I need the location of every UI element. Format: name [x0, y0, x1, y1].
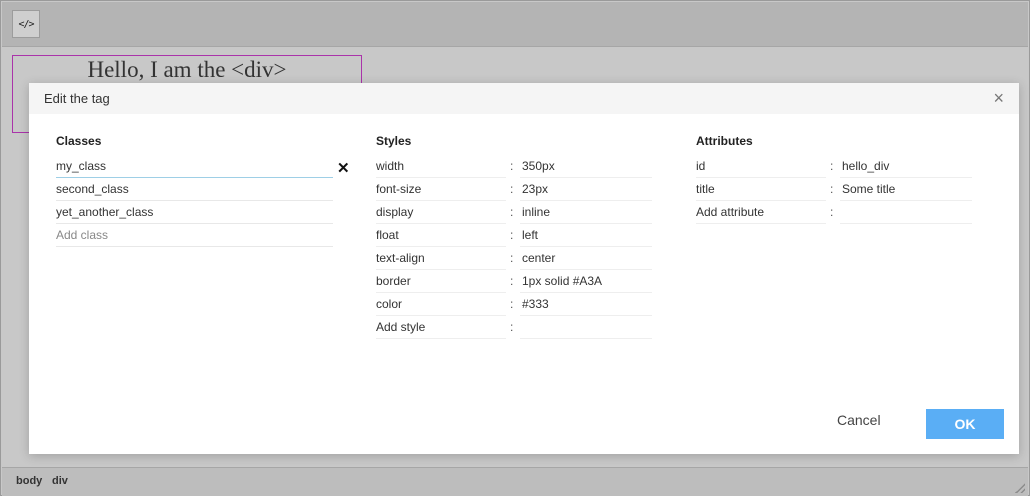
remove-class-icon[interactable]: ✕ — [337, 159, 350, 177]
attribute-key[interactable]: id — [696, 156, 826, 178]
path-item-body[interactable]: body — [16, 475, 42, 487]
dialog-header: Edit the tag × — [29, 83, 1019, 114]
attribute-separator: : — [830, 159, 834, 173]
source-code-button[interactable]: </> — [12, 10, 40, 38]
attribute-key[interactable]: title — [696, 179, 826, 201]
edit-tag-dialog: Edit the tag × Classes my_class ✕ second… — [29, 83, 1019, 454]
dialog-title: Edit the tag — [44, 91, 110, 106]
path-item-div[interactable]: div — [52, 475, 68, 487]
attributes-header: Attributes — [696, 134, 753, 148]
style-separator: : — [510, 320, 514, 334]
style-separator: : — [510, 297, 514, 311]
add-attribute-key-input[interactable]: Add attribute — [696, 202, 826, 224]
class-item[interactable]: second_class — [56, 179, 333, 201]
style-value[interactable]: 1px solid #A3A — [520, 271, 652, 293]
status-bar: body div — [2, 467, 1028, 496]
style-value[interactable]: center — [520, 248, 652, 270]
cancel-button[interactable]: Cancel — [837, 412, 881, 428]
style-key[interactable]: width — [376, 156, 506, 178]
style-value[interactable]: 350px — [520, 156, 652, 178]
attribute-separator: : — [830, 205, 834, 219]
style-key[interactable]: text-align — [376, 248, 506, 270]
code-icon: </> — [18, 18, 34, 30]
add-class-input[interactable]: Add class — [56, 225, 333, 247]
style-key[interactable]: display — [376, 202, 506, 224]
toolbar: </> — [2, 2, 1028, 47]
style-separator: : — [510, 182, 514, 196]
styles-header: Styles — [376, 134, 412, 148]
add-style-key-input[interactable]: Add style — [376, 317, 506, 339]
close-icon[interactable]: × — [993, 88, 1004, 108]
style-key[interactable]: font-size — [376, 179, 506, 201]
attribute-value[interactable]: Some title — [840, 179, 972, 201]
style-value[interactable]: 23px — [520, 179, 652, 201]
style-separator: : — [510, 205, 514, 219]
class-item[interactable]: my_class — [56, 156, 333, 178]
style-key[interactable]: color — [376, 294, 506, 316]
style-separator: : — [510, 251, 514, 265]
style-key[interactable]: float — [376, 225, 506, 247]
attribute-separator: : — [830, 182, 834, 196]
class-item[interactable]: yet_another_class — [56, 202, 333, 224]
style-separator: : — [510, 274, 514, 288]
attribute-value[interactable]: hello_div — [840, 156, 972, 178]
style-value[interactable]: inline — [520, 202, 652, 224]
ok-button[interactable]: OK — [926, 409, 1004, 439]
style-separator: : — [510, 228, 514, 242]
add-attribute-value-input[interactable] — [840, 202, 972, 224]
classes-header: Classes — [56, 134, 102, 148]
style-value[interactable]: #333 — [520, 294, 652, 316]
add-style-value-input[interactable] — [520, 317, 652, 339]
style-separator: : — [510, 159, 514, 173]
resize-handle[interactable] — [1015, 483, 1025, 493]
style-value[interactable]: left — [520, 225, 652, 247]
style-key[interactable]: border — [376, 271, 506, 293]
